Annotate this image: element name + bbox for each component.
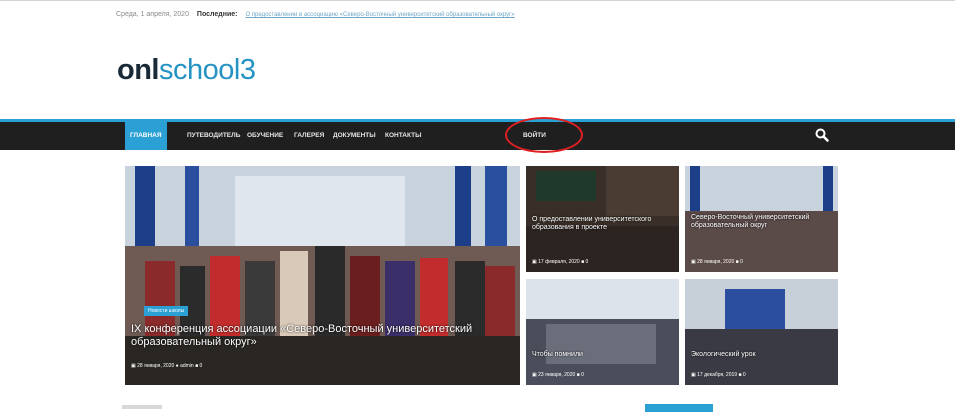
main-navigation: ГЛАВНАЯ ПУТЕВОДИТЕЛЬ ОБУЧЕНИЕ ГАЛЕРЕЯ ДО… xyxy=(0,119,955,150)
post-tile[interactable]: Чтобы помнили ▣ 23 января, 2020 ■ 0 xyxy=(526,279,679,385)
calendar-icon: ▣ xyxy=(691,259,696,265)
nav-item-documents[interactable]: ДОКУМЕНТЫ xyxy=(333,122,376,150)
user-icon: ● xyxy=(175,363,179,369)
post-tile[interactable]: Северо-Восточный университетский образов… xyxy=(685,166,838,272)
current-date: Среда, 1 апреля, 2020 xyxy=(116,11,189,18)
nav-item-learning[interactable]: ОБУЧЕНИЕ xyxy=(247,122,283,150)
nav-item-guide[interactable]: ПУТЕВОДИТЕЛЬ xyxy=(187,122,240,150)
featured-author[interactable]: admin xyxy=(180,363,194,369)
section-heading-placeholder xyxy=(122,405,162,409)
post-title[interactable]: Экологический урок xyxy=(691,351,831,359)
comment-icon: ■ xyxy=(735,259,739,265)
post-date: 17 февраля, 2020 xyxy=(538,259,580,265)
post-date: 23 января, 2020 xyxy=(538,372,576,378)
latest-label: Последние: xyxy=(196,11,238,18)
post-photo xyxy=(685,279,838,385)
logo-part-school3: school3 xyxy=(159,54,256,86)
post-meta: ▣ 28 января, 2020 ■ 0 xyxy=(691,259,743,265)
post-date: 17 декабря, 2019 xyxy=(697,372,738,378)
post-title[interactable]: Чтобы помнили xyxy=(532,351,672,359)
post-tile[interactable]: Экологический урок ▣ 17 декабря, 2019 ■ … xyxy=(685,279,838,385)
post-comments[interactable]: 0 xyxy=(581,372,584,378)
comment-icon: ■ xyxy=(576,372,580,378)
featured-comments[interactable]: 0 xyxy=(200,363,203,369)
logo-part-onl: onl xyxy=(117,54,160,86)
post-comments[interactable]: 0 xyxy=(743,372,746,378)
post-meta: ▣ 17 декабря, 2019 ■ 0 xyxy=(691,372,746,378)
search-icon[interactable] xyxy=(815,128,829,142)
post-tile[interactable]: О предоставлении университетского образо… xyxy=(526,166,679,272)
calendar-icon: ▣ xyxy=(532,259,537,265)
section-tab[interactable] xyxy=(645,404,713,412)
featured-meta: ▣ 28 января, 2020 ● admin ■ 0 xyxy=(131,363,202,369)
post-photo xyxy=(526,279,679,385)
featured-photo xyxy=(125,166,520,385)
top-bar: Среда, 1 апреля, 2020 Последние: О предо… xyxy=(116,11,515,18)
comment-icon: ■ xyxy=(581,259,585,265)
nav-item-contacts[interactable]: КОНТАКТЫ xyxy=(385,122,421,150)
top-border-line xyxy=(0,0,955,1)
highlight-circle xyxy=(505,117,583,153)
category-badge[interactable]: Новости школы xyxy=(144,306,189,316)
post-comments[interactable]: 0 xyxy=(586,259,589,265)
comment-icon: ■ xyxy=(195,363,199,369)
featured-title[interactable]: IX конференция ассоциации «Северо-Восточ… xyxy=(131,323,491,349)
post-date: 28 января, 2020 xyxy=(697,259,735,265)
nav-item-gallery[interactable]: ГАЛЕРЕЯ xyxy=(294,122,324,150)
post-title[interactable]: Северо-Восточный университетский образов… xyxy=(691,214,831,230)
featured-post[interactable]: Новости школы IX конференция ассоциации … xyxy=(125,166,520,385)
post-meta: ▣ 23 января, 2020 ■ 0 xyxy=(532,372,584,378)
post-meta: ▣ 17 февраля, 2020 ■ 0 xyxy=(532,259,588,265)
comment-icon: ■ xyxy=(738,372,742,378)
calendar-icon: ▣ xyxy=(532,372,537,378)
calendar-icon: ▣ xyxy=(131,363,136,369)
latest-news-link[interactable]: О предоставлении в ассоциацию «Северо-Во… xyxy=(245,12,514,18)
post-comments[interactable]: 0 xyxy=(740,259,743,265)
nav-item-home[interactable]: ГЛАВНАЯ xyxy=(125,122,167,150)
calendar-icon: ▣ xyxy=(691,372,696,378)
featured-date: 28 января, 2020 xyxy=(137,363,175,369)
site-logo[interactable]: onlschool3 xyxy=(117,54,256,87)
post-title[interactable]: О предоставлении университетского образо… xyxy=(532,216,672,232)
